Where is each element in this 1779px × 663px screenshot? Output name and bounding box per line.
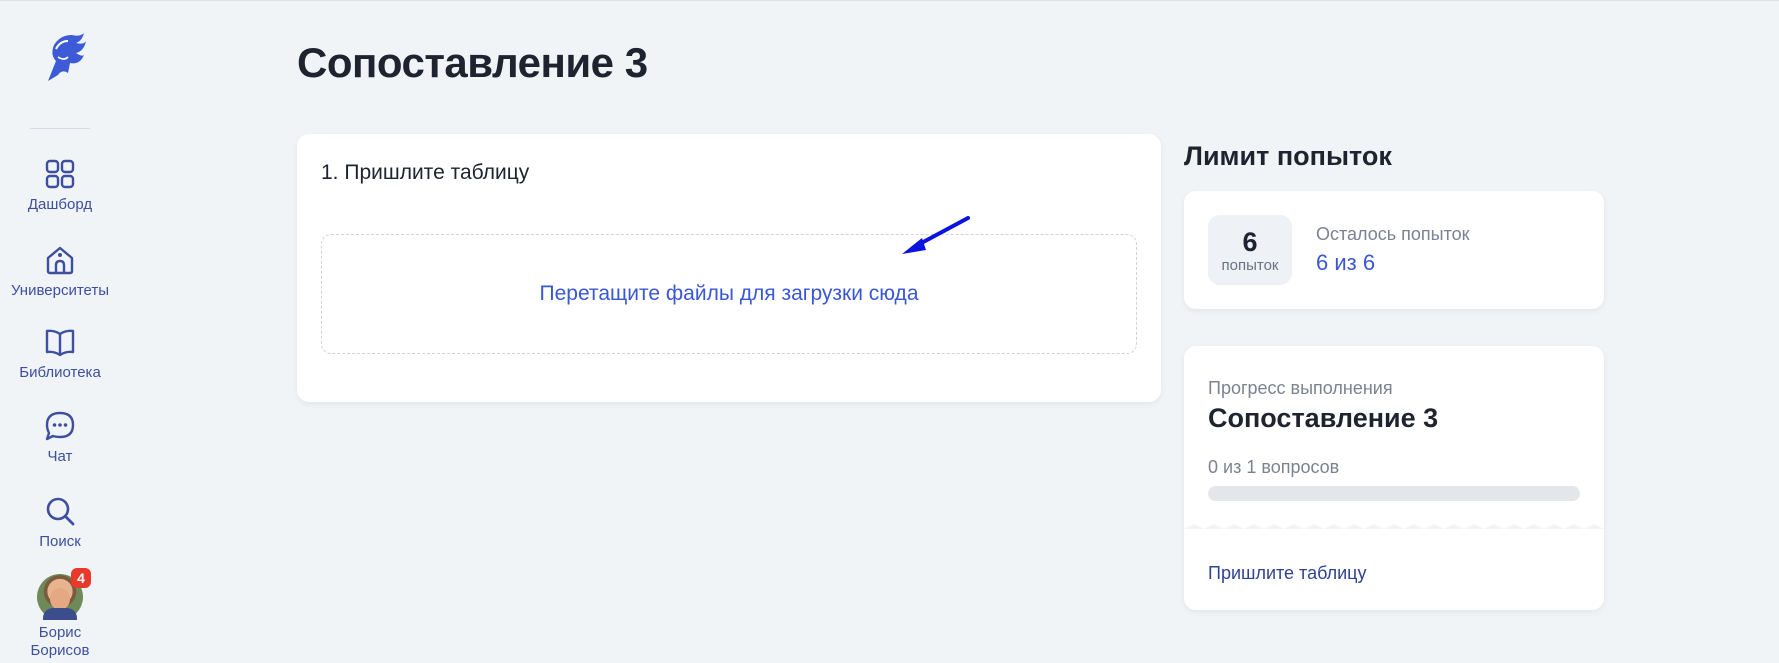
attempts-counter: 6 попыток	[1208, 215, 1292, 285]
user-last-name: Борисов	[30, 642, 90, 659]
remaining-label: Осталось попыток	[1316, 224, 1470, 244]
sidebar-divider	[30, 128, 90, 129]
sidebar-item-label: Библиотека	[19, 364, 101, 381]
sidebar-item-label: Дашборд	[27, 196, 93, 213]
progress-bar	[1208, 486, 1580, 501]
progress-label: Прогресс выполнения	[1208, 378, 1393, 398]
sidebar-item-chat[interactable]: Чат	[0, 410, 120, 465]
sidebar-item-universities[interactable]: Университеты	[0, 244, 120, 299]
sidebar-item-dashboard[interactable]: Дашборд	[0, 158, 120, 213]
search-icon	[46, 497, 75, 526]
sidebar-item-label: Чат	[47, 448, 73, 465]
sidebar: Дашборд Университеты Библиотека Чат Поис…	[0, 1, 120, 663]
user-profile[interactable]: 4 Борис Борисов	[0, 568, 120, 660]
progress-card: Прогресс выполнения Сопоставление 3 0 из…	[1184, 346, 1604, 610]
user-name: Борис Борисов	[31, 624, 90, 660]
limit-heading: Лимит попыток	[1184, 141, 1392, 171]
attempts-unit: попыток	[1221, 256, 1279, 274]
sidebar-item-library[interactable]: Библиотека	[0, 326, 120, 381]
chat-icon	[45, 411, 75, 441]
sidebar-item-label: Университеты	[10, 282, 110, 299]
notification-badge: 4	[71, 568, 91, 588]
attempts-card: 6 попыток Осталось попыток 6 из 6	[1184, 191, 1604, 309]
task-title: 1. Пришлите таблицу	[321, 161, 530, 184]
attempts-count: 6	[1242, 226, 1258, 257]
remaining-value: 6 из 6	[1316, 250, 1376, 275]
grid-icon	[45, 159, 75, 189]
sidebar-item-label: Поиск	[39, 533, 81, 550]
annotation-arrow-icon	[902, 216, 970, 254]
logo-icon[interactable]	[34, 31, 88, 83]
progress-count: 0 из 1 вопросов	[1208, 457, 1340, 477]
progress-items: Пришлите таблицу	[1184, 529, 1604, 610]
file-dropzone[interactable]: Перетащите файлы для загрузки сюда	[321, 234, 1137, 354]
task-card: 1. Пришлите таблицу Перетащите файлы для…	[297, 134, 1161, 402]
avatar[interactable]: 4	[37, 568, 91, 620]
page-title: Сопоставление 3	[297, 39, 648, 86]
progress-title: Сопоставление 3	[1208, 403, 1439, 433]
user-first-name: Борис	[38, 624, 82, 641]
book-icon	[45, 329, 75, 357]
dropzone-text: Перетащите файлы для загрузки сюда	[539, 282, 919, 305]
progress-item-link[interactable]: Пришлите таблицу	[1208, 563, 1366, 584]
university-icon	[46, 246, 74, 275]
sidebar-item-search[interactable]: Поиск	[0, 495, 120, 550]
